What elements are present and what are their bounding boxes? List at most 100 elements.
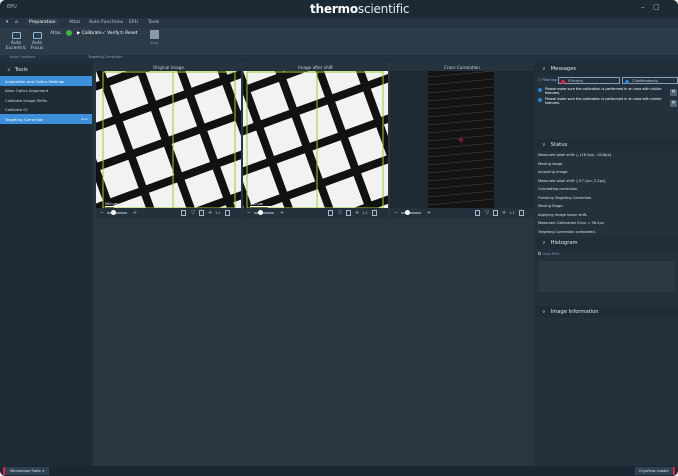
status-line: Moving Stage. <box>538 204 564 208</box>
filter-icon[interactable]: ▽ <box>190 210 196 216</box>
zoom-1to1-button[interactable]: 1:1 <box>215 211 221 215</box>
export-icon[interactable] <box>475 210 480 216</box>
beta-badge: Beta <box>81 116 88 121</box>
bottom-status-bar: Microscope State ∧ CryoFlow Loader <box>0 466 678 476</box>
contrast-icon[interactable] <box>199 210 204 216</box>
fit-icon[interactable] <box>225 210 230 216</box>
stop-icon[interactable] <box>150 30 159 39</box>
shifted-image[interactable]: 500 µm <box>243 71 388 209</box>
zoom-out-button[interactable]: − <box>393 210 399 216</box>
auto-eucentric-icon[interactable] <box>12 32 21 39</box>
cryoflow-loader-button[interactable]: CryoFlow Loader <box>635 467 675 475</box>
auto-focus-icon[interactable] <box>33 32 42 39</box>
info-icon <box>538 87 542 92</box>
stop-label: Stop <box>150 41 159 45</box>
view-toolbar: − + ▽ ✛ 1:1 <box>96 208 241 218</box>
message-filter-row: ▽ Filtering: 0 Error(s) 2 Notification(s… <box>538 77 678 84</box>
fit-icon[interactable] <box>519 210 524 216</box>
filtering-label: ▽ Filtering: <box>538 78 558 82</box>
crosshair-icon[interactable]: ✛ <box>501 210 507 216</box>
tool-item-acquisition-optics[interactable]: Acquisition and Optics Settings <box>0 76 92 86</box>
zoom-slider[interactable] <box>401 211 421 214</box>
export-icon[interactable] <box>181 210 186 216</box>
histogram-section: ∨ Histogram Auto Filter <box>535 237 678 303</box>
tab-atlas[interactable]: Atlas <box>66 19 83 26</box>
zoom-1to1-button[interactable]: 1:1 <box>509 211 515 215</box>
dismiss-message-button[interactable]: ✕ <box>670 89 677 96</box>
correlation-map <box>427 71 495 209</box>
cross-correlation-image[interactable] <box>390 71 534 209</box>
tool-item-targeting-correction[interactable]: Targeting Correction Beta <box>0 114 92 124</box>
crosshair-icon[interactable]: ✛ <box>207 210 213 216</box>
ribbon-tabs: ▾ ⌂ Preparation Atlas Auto Functions EPU… <box>0 18 678 28</box>
main-view-area: Original Image 500 µm − + ▽ ✛ 1:1 Image … <box>93 63 534 466</box>
info-icon <box>538 97 542 102</box>
section-targeting-correction: Targeting Correction <box>88 55 123 59</box>
tab-tools[interactable]: Tools <box>145 19 162 26</box>
grid-image <box>243 71 388 209</box>
export-icon[interactable] <box>328 210 333 216</box>
cross-correlation-view: Cross Correlation − + ▽ ✛ 1:1 <box>390 63 534 218</box>
atlas-status-icon <box>66 30 72 36</box>
filter-icon[interactable]: ▽ <box>337 210 343 216</box>
checkbox-icon <box>538 252 541 255</box>
zoom-in-button[interactable]: + <box>132 210 138 216</box>
auto-filter-checkbox[interactable]: Auto Filter <box>535 249 678 259</box>
auto-focus-label: Auto Focus <box>30 41 44 51</box>
minimize-button[interactable]: – <box>641 3 645 11</box>
dismiss-message-button[interactable]: ✕ <box>670 100 677 107</box>
image-information-header[interactable]: ∨ Image Information <box>535 306 678 318</box>
fit-icon[interactable] <box>372 210 377 216</box>
filter-icon[interactable]: ▽ <box>484 210 490 216</box>
tools-header[interactable]: ∨ Tools <box>0 63 92 76</box>
zoom-slider-knob[interactable] <box>405 210 410 215</box>
histogram-header[interactable]: ∨ Histogram <box>535 237 678 249</box>
status-log: Measured pixel shift: [-116.3px, -33.8px… <box>535 151 678 238</box>
zoom-slider[interactable] <box>107 211 127 214</box>
zoom-1to1-button[interactable]: 1:1 <box>362 211 368 215</box>
zoom-in-button[interactable]: + <box>279 210 285 216</box>
contrast-icon[interactable] <box>346 210 351 216</box>
calibrate-button[interactable]: ▶ Calibrate <box>77 31 102 36</box>
zoom-slider-knob[interactable] <box>258 210 263 215</box>
maximize-button[interactable]: ▢ <box>653 3 660 11</box>
status-header[interactable]: ∨ Status <box>535 139 678 151</box>
crosshair-icon[interactable]: ✛ <box>354 210 360 216</box>
error-dot-icon <box>561 79 565 84</box>
zoom-out-button[interactable]: − <box>246 210 252 216</box>
errors-filter-button[interactable]: 0 Error(s) <box>558 77 620 84</box>
chevron-down-icon: ∨ <box>542 142 546 148</box>
image-after-shift-view: Image after shift 500 µm − + ▽ ✛ 1:1 <box>243 63 388 218</box>
reset-button[interactable]: ↻ Reset <box>120 31 137 36</box>
messages-header[interactable]: ∨ Messages <box>535 63 678 75</box>
status-line: Applying image beam shift. <box>538 212 588 217</box>
section-auto-functions: Auto Functions <box>10 55 36 59</box>
brand-logo: thermoscientific <box>310 2 410 16</box>
right-panel: ∨ Messages ▽ Filtering: 0 Error(s) 2 Noti… <box>535 63 678 466</box>
status-line: Measured Calibration Error = 98.2px <box>538 221 604 225</box>
image-information-section: ∨ Image Information <box>535 306 678 320</box>
zoom-slider-knob[interactable] <box>111 210 116 215</box>
messages-section: ∨ Messages ▽ Filtering: 0 Error(s) 2 Noti… <box>535 63 678 137</box>
view-title: Cross Correlation <box>390 63 534 71</box>
tool-item-calibrate-image-shifts[interactable]: Calibrate Image Shifts <box>0 95 92 105</box>
zoom-out-button[interactable]: − <box>99 210 105 216</box>
tools-panel: ∨ Tools Acquisition and Optics Settings A… <box>0 63 92 466</box>
tool-item-calibrate-io[interactable]: Calibrate IO <box>0 105 92 115</box>
original-image[interactable]: 500 µm <box>96 71 241 209</box>
contrast-icon[interactable] <box>493 210 498 216</box>
zoom-slider[interactable] <box>254 211 274 214</box>
view-toolbar: − + ▽ ✛ 1:1 <box>390 208 534 218</box>
microscope-state-button[interactable]: Microscope State ∧ <box>3 467 49 475</box>
menu-icon[interactable]: ▾ <box>3 19 11 26</box>
tab-preparation[interactable]: Preparation <box>26 19 59 26</box>
status-line: Calculating correction. <box>538 187 579 191</box>
notifications-filter-button[interactable]: 2 Notification(s) <box>622 77 678 84</box>
tool-item-atlas-optics-alignment[interactable]: Atlas Optics Alignment <box>0 86 92 96</box>
status-line: Measured pixel shift: [-116.3px, -33.8px… <box>538 153 612 157</box>
tab-epu[interactable]: EPU <box>126 19 141 26</box>
tab-auto-functions[interactable]: Auto Functions <box>86 19 126 26</box>
home-icon[interactable]: ⌂ <box>12 19 21 26</box>
verify-button[interactable]: ✓ Verify <box>102 31 120 36</box>
zoom-in-button[interactable]: + <box>426 210 432 216</box>
